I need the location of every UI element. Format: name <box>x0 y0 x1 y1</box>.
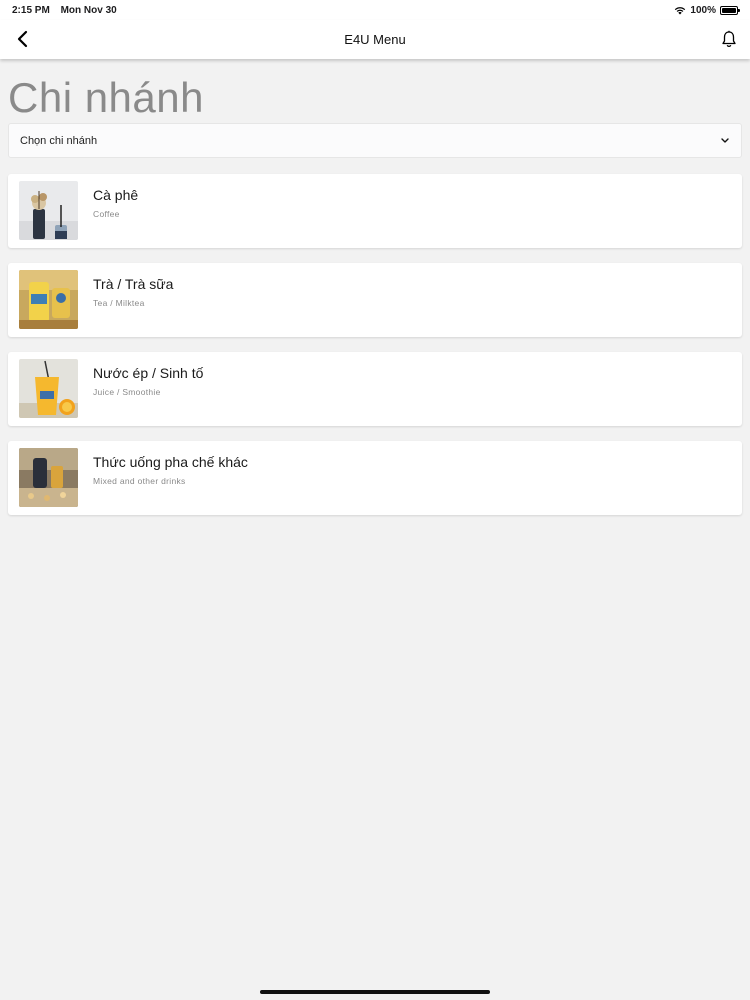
wifi-icon <box>675 6 686 14</box>
battery-icon <box>720 5 740 15</box>
notifications-button[interactable] <box>718 28 740 50</box>
category-text: Nước ép / Sinh tố Juice / Smoothie <box>93 365 203 397</box>
category-name: Trà / Trà sữa <box>93 276 174 292</box>
nav-title: E4U Menu <box>344 32 406 47</box>
status-bar: 2:15 PM Mon Nov 30 100% <box>0 0 750 20</box>
category-item-other[interactable]: Thức uống pha chế khác Mixed and other d… <box>8 441 742 515</box>
status-date: Mon Nov 30 <box>60 4 117 16</box>
status-right: 100% <box>674 4 740 16</box>
battery-percent: 100% <box>690 4 716 16</box>
status-left: 2:15 PM Mon Nov 30 <box>12 5 125 16</box>
category-name: Cà phê <box>93 187 139 203</box>
branch-select-label: Chọn chi nhánh <box>20 134 98 147</box>
nav-bar: E4U Menu <box>0 20 750 59</box>
category-name: Thức uống pha chế khác <box>93 454 248 470</box>
category-item-juice[interactable]: Nước ép / Sinh tố Juice / Smoothie <box>8 352 742 426</box>
bell-icon <box>722 30 736 48</box>
category-text: Trà / Trà sữa Tea / Milktea <box>93 276 173 308</box>
page-title: Chi nhánh <box>8 74 204 121</box>
category-text: Thức uống pha chế khác Mixed and other d… <box>93 454 248 486</box>
category-subtitle: Juice / Smoothie <box>93 387 161 397</box>
category-text: Cà phê Coffee <box>93 187 138 219</box>
category-image-tea <box>19 270 78 329</box>
battery-fill <box>722 7 736 13</box>
status-time: 2:15 PM <box>12 4 50 16</box>
category-subtitle: Tea / Milktea <box>93 298 145 308</box>
category-list: Cà phê Coffee Trà / Trà sữa Tea / Milkte… <box>8 174 742 530</box>
category-item-tea[interactable]: Trà / Trà sữa Tea / Milktea <box>8 263 742 337</box>
category-image-other <box>19 448 78 507</box>
category-image-juice <box>19 359 78 418</box>
category-subtitle: Coffee <box>93 209 120 219</box>
category-item-coffee[interactable]: Cà phê Coffee <box>8 174 742 248</box>
chevron-left-icon <box>17 30 28 48</box>
back-button[interactable] <box>12 28 32 50</box>
home-indicator <box>260 990 490 994</box>
category-image-coffee <box>19 181 78 240</box>
category-name: Nước ép / Sinh tố <box>93 365 204 381</box>
branch-select[interactable]: Chọn chi nhánh <box>8 123 742 158</box>
category-subtitle: Mixed and other drinks <box>93 476 186 486</box>
chevron-down-icon <box>721 138 729 143</box>
